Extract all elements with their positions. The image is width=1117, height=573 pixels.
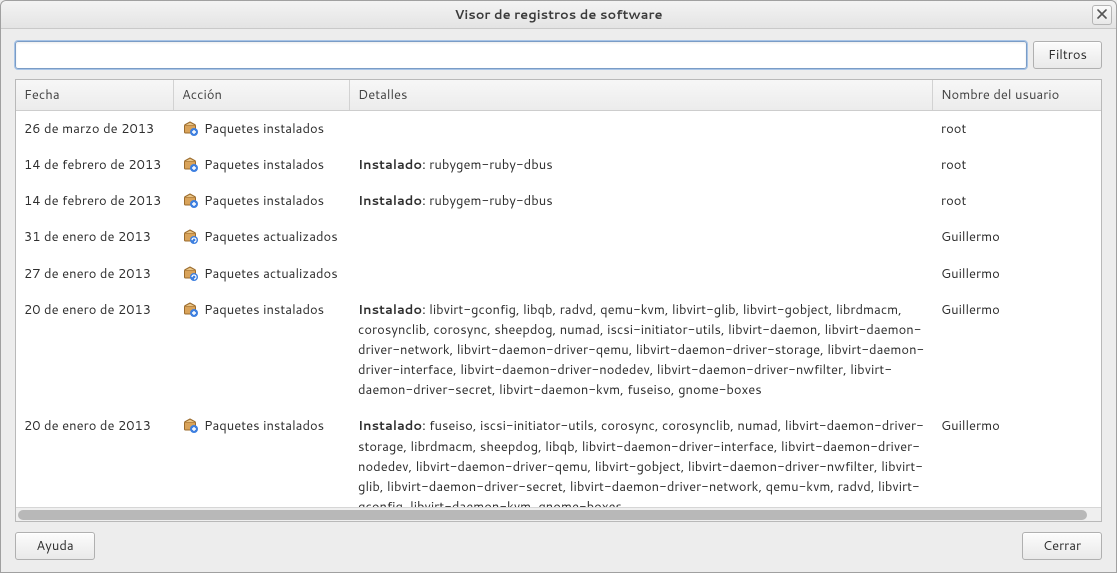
cell-date: 26 de marzo de 2013 bbox=[16, 113, 174, 145]
action-label: Paquetes instalados bbox=[204, 119, 324, 139]
cell-details bbox=[350, 258, 933, 270]
cell-user: root bbox=[933, 149, 1101, 181]
cell-action: Paquetes actualizados bbox=[174, 221, 350, 253]
action-label: Paquetes actualizados bbox=[204, 264, 338, 284]
table-row[interactable]: 14 de febrero de 2013 Paquetes instalados… bbox=[16, 183, 1101, 219]
col-header-date[interactable]: Fecha bbox=[16, 80, 174, 110]
table-row[interactable]: 20 de enero de 2013 Paquetes instalados In… bbox=[16, 292, 1101, 409]
cell-user: Guillermo bbox=[933, 294, 1101, 326]
col-header-user[interactable]: Nombre del usuario bbox=[933, 80, 1101, 110]
table-row[interactable]: 20 de enero de 2013 Paquetes instalados In… bbox=[16, 408, 1101, 507]
cell-action: Paquetes instalados bbox=[174, 294, 350, 326]
cell-date: 20 de enero de 2013 bbox=[16, 410, 174, 442]
log-table: Fecha Acción Detalles Nombre del usuario… bbox=[15, 79, 1102, 522]
table-header: Fecha Acción Detalles Nombre del usuario bbox=[16, 80, 1101, 111]
filters-button-label: Filtros bbox=[1048, 46, 1087, 64]
app-window: Visor de registros de software Filtros F… bbox=[0, 0, 1117, 573]
package-update-icon bbox=[182, 265, 198, 281]
window-title: Visor de registros de software bbox=[454, 6, 662, 24]
close-icon bbox=[1097, 6, 1107, 24]
horizontal-scrollbar[interactable] bbox=[16, 507, 1101, 521]
cell-details: Instalado: libvirt-gconfig, libqb, radvd… bbox=[350, 294, 933, 407]
cell-action: Paquetes instalados bbox=[174, 410, 350, 442]
close-button-label: Cerrar bbox=[1043, 537, 1081, 555]
action-label: Paquetes instalados bbox=[204, 191, 324, 211]
close-button[interactable]: Cerrar bbox=[1022, 532, 1102, 560]
cell-date: 20 de enero de 2013 bbox=[16, 294, 174, 326]
cell-details: Instalado: rubygem-ruby-dbus bbox=[350, 185, 933, 217]
help-button[interactable]: Ayuda bbox=[15, 532, 95, 560]
package-update-icon bbox=[182, 228, 198, 244]
content-area: Filtros Fecha Acción Detalles Nombre del… bbox=[1, 29, 1116, 522]
table-body[interactable]: 26 de marzo de 2013 Paquetes instalados ro… bbox=[16, 111, 1101, 507]
cell-action: Paquetes actualizados bbox=[174, 258, 350, 290]
cell-action: Paquetes instalados bbox=[174, 185, 350, 217]
scrollbar-thumb[interactable] bbox=[18, 510, 1087, 520]
cell-date: 27 de enero de 2013 bbox=[16, 258, 174, 290]
package-install-icon bbox=[182, 301, 198, 317]
package-install-icon bbox=[182, 417, 198, 433]
search-input[interactable] bbox=[15, 41, 1027, 69]
action-label: Paquetes instalados bbox=[204, 416, 324, 436]
package-install-icon bbox=[182, 156, 198, 172]
cell-date: 14 de febrero de 2013 bbox=[16, 185, 174, 217]
window-close-button[interactable] bbox=[1092, 5, 1112, 25]
cell-user: root bbox=[933, 185, 1101, 217]
package-install-icon bbox=[182, 192, 198, 208]
cell-user: Guillermo bbox=[933, 258, 1101, 290]
cell-user: Guillermo bbox=[933, 410, 1101, 442]
cell-details bbox=[350, 221, 933, 233]
search-bar: Filtros bbox=[15, 41, 1102, 69]
dialog-footer: Ayuda Cerrar bbox=[1, 522, 1116, 572]
col-header-action[interactable]: Acción bbox=[174, 80, 350, 110]
cell-action: Paquetes instalados bbox=[174, 113, 350, 145]
cell-date: 31 de enero de 2013 bbox=[16, 221, 174, 253]
action-label: Paquetes instalados bbox=[204, 155, 324, 175]
help-button-label: Ayuda bbox=[36, 537, 73, 555]
table-row[interactable]: 27 de enero de 2013 Paquetes actualizados… bbox=[16, 256, 1101, 292]
cell-date: 14 de febrero de 2013 bbox=[16, 149, 174, 181]
cell-action: Paquetes instalados bbox=[174, 149, 350, 181]
titlebar: Visor de registros de software bbox=[1, 1, 1116, 29]
table-row[interactable]: 14 de febrero de 2013 Paquetes instalados… bbox=[16, 147, 1101, 183]
cell-user: root bbox=[933, 113, 1101, 145]
col-header-details[interactable]: Detalles bbox=[350, 80, 933, 110]
table-row[interactable]: 31 de enero de 2013 Paquetes actualizados… bbox=[16, 219, 1101, 255]
package-install-icon bbox=[182, 120, 198, 136]
action-label: Paquetes actualizados bbox=[204, 227, 338, 247]
table-row[interactable]: 26 de marzo de 2013 Paquetes instalados ro… bbox=[16, 111, 1101, 147]
cell-details bbox=[350, 113, 933, 125]
cell-details: Instalado: fuseiso, iscsi-initiator-util… bbox=[350, 410, 933, 507]
action-label: Paquetes instalados bbox=[204, 300, 324, 320]
cell-user: Guillermo bbox=[933, 221, 1101, 253]
cell-details: Instalado: rubygem-ruby-dbus bbox=[350, 149, 933, 181]
filters-button[interactable]: Filtros bbox=[1033, 41, 1102, 69]
